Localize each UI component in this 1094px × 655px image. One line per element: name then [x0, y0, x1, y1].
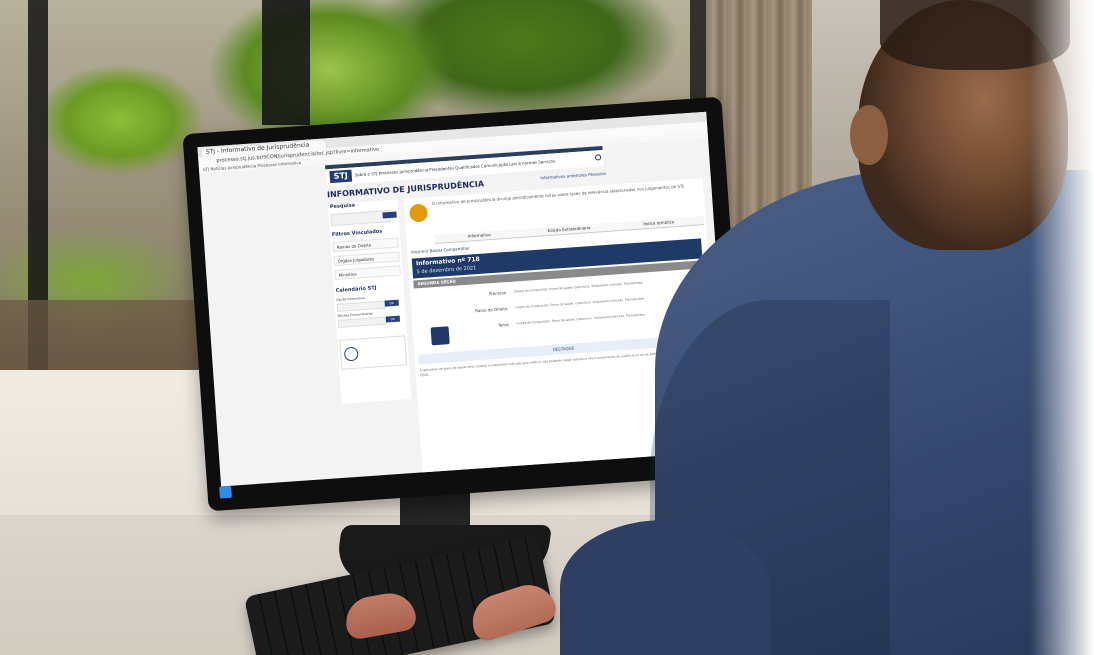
search-button[interactable] — [382, 211, 397, 219]
date-select-1[interactable] — [336, 300, 386, 312]
sidebar-search-title: Pesquisa — [329, 202, 356, 211]
sidebar-item-ministros[interactable]: Ministros — [334, 265, 401, 281]
person-ear — [850, 105, 888, 165]
window-frame — [262, 0, 310, 125]
row-label-ramo: Ramo do Direito — [474, 306, 508, 314]
date-ok-button[interactable]: OK — [384, 299, 399, 307]
stj-logo[interactable]: STJ — [329, 169, 353, 184]
date-ok-button[interactable]: OK — [385, 315, 401, 323]
monitor-led — [219, 485, 232, 499]
date-select-2[interactable] — [337, 316, 387, 328]
monitor-screen: STJ - Informativo de Jurisprudência proc… — [197, 111, 730, 487]
calendar-title: Calendário STJ — [335, 285, 377, 294]
top-links[interactable]: Informativos anteriores Pesquisa — [540, 167, 660, 183]
sidebar-item-ramos[interactable]: Ramos do Direito — [332, 237, 399, 253]
white-edge — [1030, 0, 1094, 655]
sidebar-promo-box[interactable] — [339, 335, 408, 370]
date-label-1: Edição Informativa — [336, 296, 365, 302]
info-icon — [343, 346, 359, 362]
sidebar-item-orgaos[interactable]: Órgãos Julgadores — [333, 251, 400, 267]
filter-title: Filtros Vinculados — [331, 228, 383, 239]
sidebar: Pesquisa Filtros Vinculados Ramos do Dir… — [327, 199, 412, 404]
person-arm — [560, 520, 770, 655]
document-icon — [430, 326, 450, 346]
row-label-processo: Processo — [488, 290, 507, 297]
photo-scene: STJ - Informativo de Jurisprudência proc… — [0, 0, 1094, 655]
